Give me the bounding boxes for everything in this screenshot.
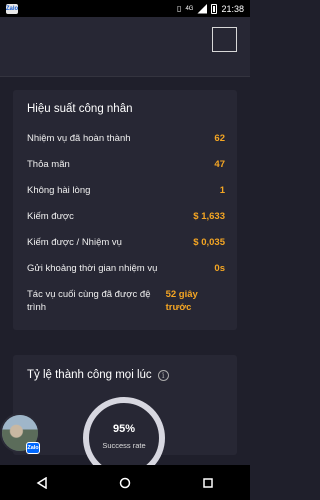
menu-button[interactable] bbox=[212, 27, 237, 52]
stat-value: 52 giây trước bbox=[165, 289, 198, 313]
stat-value: $ 0,035 bbox=[193, 237, 225, 248]
stat-row-unsatisfied: Không hài lòng 1 bbox=[27, 184, 225, 197]
stat-value: 62 bbox=[214, 133, 225, 144]
recents-button[interactable] bbox=[193, 468, 223, 498]
home-button[interactable] bbox=[110, 468, 140, 498]
battery-icon bbox=[211, 3, 218, 14]
stat-row-earned-per-task: Kiếm được / Nhiệm vụ $ 0,035 bbox=[27, 236, 225, 249]
stat-row-last-submitted: Tác vụ cuối cùng đã được đệ trình 52 giâ… bbox=[27, 288, 225, 314]
stat-label: Kiếm được bbox=[27, 211, 74, 222]
stat-label: Nhiệm vụ đã hoàn thành bbox=[27, 133, 131, 144]
stat-row-tasks-completed: Nhiệm vụ đã hoàn thành 62 bbox=[27, 132, 225, 145]
signal-icon bbox=[197, 3, 208, 14]
status-bar: Zalo ▯ 4G 21:38 bbox=[0, 0, 250, 17]
card-title: Tỷ lệ thành công mọi lúc bbox=[27, 369, 152, 381]
back-button[interactable] bbox=[27, 468, 57, 498]
stat-row-earned: Kiếm được $ 1,633 bbox=[27, 210, 225, 223]
back-icon bbox=[36, 476, 47, 489]
clock: 21:38 bbox=[221, 3, 244, 14]
stat-value: 1 bbox=[219, 185, 225, 196]
stat-label: Kiếm được / Nhiệm vụ bbox=[27, 237, 122, 248]
stat-value: $ 1,633 bbox=[193, 211, 225, 222]
home-icon bbox=[119, 477, 131, 488]
stat-label: Gửi khoảng thời gian nhiệm vụ bbox=[27, 263, 158, 274]
stat-label: Thỏa mãn bbox=[27, 159, 70, 170]
success-rate-label: Success rate bbox=[102, 441, 146, 450]
network-type: 4G bbox=[185, 5, 194, 12]
success-rate-percent: 95% bbox=[112, 423, 136, 435]
vibrate-icon: ▯ bbox=[177, 4, 182, 13]
worker-performance-card: Hiệu suất công nhân Nhiệm vụ đã hoàn thà… bbox=[13, 90, 237, 330]
zalo-chat-badge: Zalo bbox=[26, 442, 40, 454]
system-navigation-bar bbox=[0, 465, 250, 500]
recents-icon bbox=[203, 477, 214, 488]
info-icon[interactable]: i bbox=[157, 369, 169, 381]
stat-label: Không hài lòng bbox=[27, 185, 91, 196]
zalo-notification-icon: Zalo bbox=[5, 3, 19, 14]
stat-value: 47 bbox=[214, 159, 225, 170]
stat-row-submit-interval: Gửi khoảng thời gian nhiệm vụ 0s bbox=[27, 262, 225, 275]
stat-value: 0s bbox=[214, 263, 225, 274]
stat-row-satisfied: Thỏa mãn 47 bbox=[27, 158, 225, 171]
card-title-row: Tỷ lệ thành công mọi lúc i bbox=[27, 369, 169, 381]
app-header bbox=[0, 17, 250, 77]
status-icons: ▯ 4G 21:38 bbox=[177, 3, 244, 14]
stat-label: Tác vụ cuối cùng đã được đệ trình bbox=[27, 289, 151, 313]
card-title: Hiệu suất công nhân bbox=[27, 103, 133, 115]
